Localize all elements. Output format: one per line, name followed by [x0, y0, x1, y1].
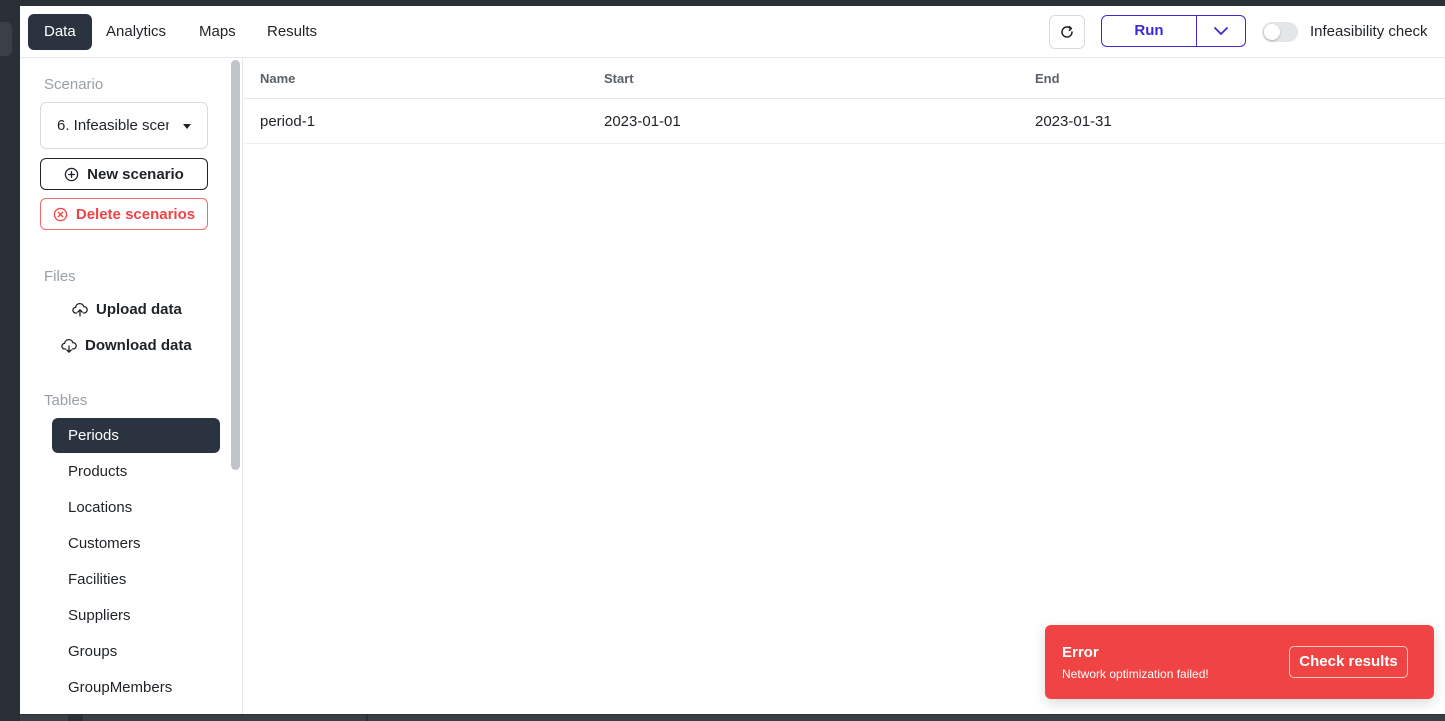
- tab-data[interactable]: Data: [28, 14, 92, 50]
- files-section-label: Files: [44, 268, 76, 285]
- refresh-button[interactable]: [1049, 15, 1085, 49]
- column-header-end[interactable]: End: [1035, 71, 1060, 86]
- scenario-select[interactable]: 6. Infeasible scenario: [40, 102, 208, 149]
- delete-scenarios-button[interactable]: Delete scenarios: [40, 198, 208, 230]
- check-results-button[interactable]: Check results: [1289, 646, 1408, 678]
- column-header-start[interactable]: Start: [604, 71, 634, 86]
- cloud-download-icon: [61, 338, 77, 353]
- error-toast: Error Network optimization failed! Check…: [1045, 625, 1434, 699]
- column-header-name[interactable]: Name: [260, 71, 295, 86]
- sidebar-item-groups[interactable]: Groups: [52, 634, 220, 669]
- row-divider: [244, 143, 1445, 144]
- sidebar-item-facilities[interactable]: Facilities: [52, 562, 220, 597]
- download-data-button[interactable]: Download data: [61, 337, 192, 354]
- rail-button[interactable]: [0, 22, 12, 56]
- sidebar: Scenario 6. Infeasible scenario New scen…: [20, 58, 243, 714]
- cell-name[interactable]: period-1: [260, 113, 315, 130]
- scenario-section-label: Scenario: [44, 76, 104, 93]
- cell-end[interactable]: 2023-01-31: [1035, 113, 1112, 130]
- sidebar-item-locations[interactable]: Locations: [52, 490, 220, 525]
- toast-message: Network optimization failed!: [1062, 667, 1209, 681]
- x-circle-icon: [53, 207, 68, 221]
- top-header: Data Analytics Maps Results Run Infeasib…: [20, 6, 1445, 58]
- new-scenario-button[interactable]: New scenario: [40, 158, 208, 190]
- left-rail: [0, 0, 20, 721]
- tab-analytics[interactable]: Analytics: [90, 14, 182, 50]
- chevron-down-icon: [1214, 27, 1228, 35]
- new-scenario-label: New scenario: [87, 165, 184, 183]
- tab-results[interactable]: Results: [251, 14, 333, 50]
- tables-section-label: Tables: [44, 392, 88, 409]
- tab-maps[interactable]: Maps: [183, 14, 252, 50]
- infeasibility-toggle[interactable]: [1262, 22, 1298, 42]
- run-button[interactable]: Run: [1102, 16, 1197, 46]
- sidebar-item-groupmembers[interactable]: GroupMembers: [52, 670, 220, 705]
- cloud-upload-icon: [72, 302, 88, 317]
- bottom-segment: [83, 715, 366, 721]
- plus-circle-icon: [64, 167, 79, 181]
- sidebar-scrollbar[interactable]: [231, 60, 240, 470]
- upload-data-button[interactable]: Upload data: [72, 301, 182, 318]
- upload-data-label: Upload data: [96, 301, 182, 318]
- cell-start[interactable]: 2023-01-01: [604, 113, 681, 130]
- sidebar-item-suppliers[interactable]: Suppliers: [52, 598, 220, 633]
- sidebar-item-customers[interactable]: Customers: [52, 526, 220, 561]
- app-window: Data Analytics Maps Results Run Infeasib…: [20, 6, 1445, 714]
- infeasibility-toggle-label: Infeasibility check: [1310, 23, 1428, 40]
- bottom-segment: [20, 715, 68, 721]
- bottom-strip: [20, 714, 1445, 721]
- caret-down-icon: [183, 124, 191, 129]
- header-divider: [244, 98, 1445, 99]
- run-button-group: Run: [1101, 15, 1246, 47]
- refresh-icon: [1061, 25, 1073, 38]
- sidebar-item-periods[interactable]: Periods: [52, 418, 220, 453]
- toggle-knob: [1264, 24, 1280, 40]
- sidebar-item-products[interactable]: Products: [52, 454, 220, 489]
- bottom-segment: [368, 715, 1445, 721]
- delete-scenarios-label: Delete scenarios: [75, 205, 196, 223]
- scenario-select-value: 6. Infeasible scenario: [57, 117, 169, 134]
- run-options-button[interactable]: [1197, 16, 1245, 46]
- toast-title: Error: [1062, 644, 1099, 661]
- data-table: Name Start End period-1 2023-01-01 2023-…: [244, 58, 1445, 714]
- download-data-label: Download data: [85, 337, 192, 354]
